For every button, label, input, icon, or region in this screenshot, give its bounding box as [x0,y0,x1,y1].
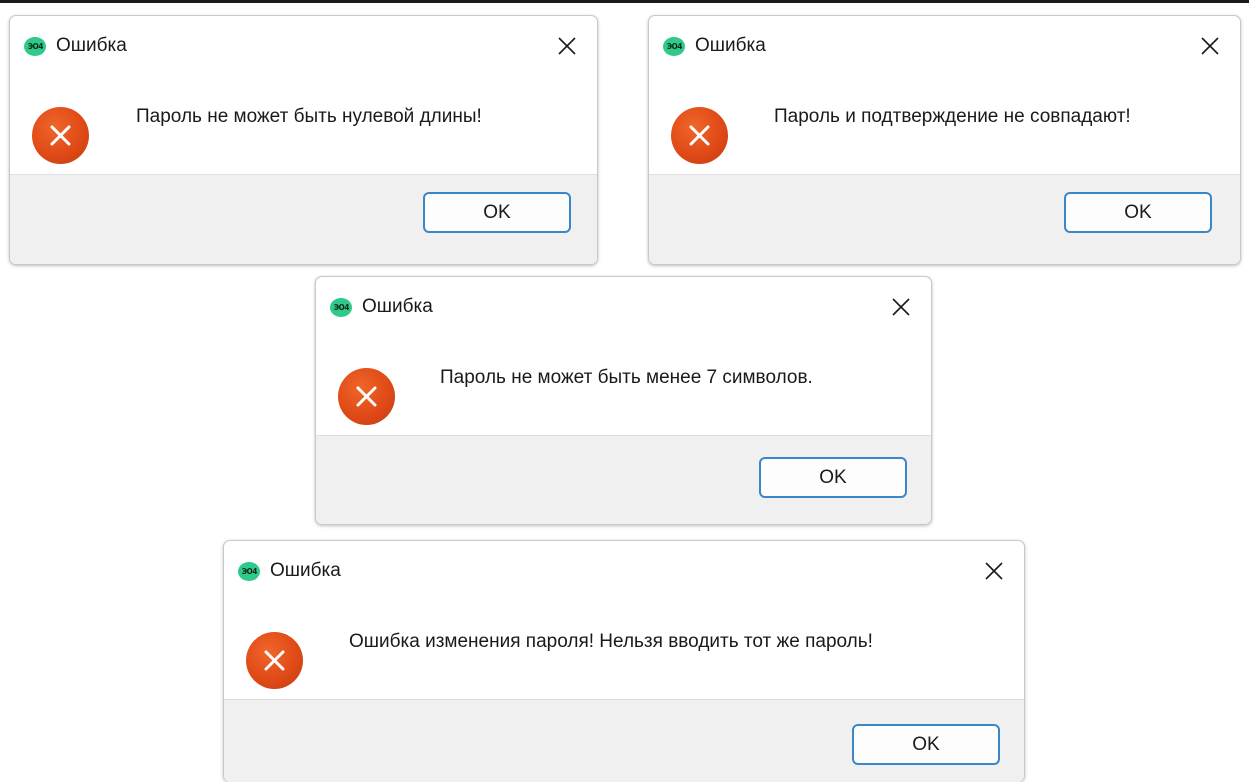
ok-button[interactable]: OK [1064,192,1212,233]
top-border-line [0,0,1249,3]
dialog-title: Ошибка [56,35,127,56]
close-icon [892,298,910,316]
ok-button[interactable]: OK [852,724,1000,765]
dialog-title: Ошибка [270,560,341,581]
close-button[interactable] [974,553,1014,589]
dialog-title: Ошибка [362,296,433,317]
title-bar: ЭО4 Ошибка [224,541,1024,601]
app-logo-icon: ЭО4 [663,37,685,56]
ok-button[interactable]: OK [759,457,907,498]
error-icon [32,107,89,164]
error-message: Ошибка изменения пароля! Нельзя вводить … [349,631,873,652]
app-logo-icon: ЭО4 [24,37,46,56]
error-icon [246,632,303,689]
close-button[interactable] [1190,28,1230,64]
close-button[interactable] [547,28,587,64]
error-dialog: ЭО4 Ошибка Ошибка изменения пароля! Нель… [223,540,1025,782]
dialog-content: Пароль не может быть нулевой длины! [10,76,597,174]
close-button[interactable] [881,289,921,325]
title-bar: ЭО4 Ошибка [316,277,931,337]
error-dialog: ЭО4 Ошибка Пароль и подтверждение не сов… [648,15,1241,265]
title-bar: ЭО4 Ошибка [10,16,597,76]
close-icon [985,562,1003,580]
dialog-title: Ошибка [695,35,766,56]
title-bar: ЭО4 Ошибка [649,16,1240,76]
app-logo-icon: ЭО4 [238,562,260,581]
dialog-content: Пароль и подтверждение не совпадают! [649,76,1240,174]
dialog-content: Ошибка изменения пароля! Нельзя вводить … [224,601,1024,699]
error-dialog: ЭО4 Ошибка Пароль не может быть менее 7 … [315,276,932,525]
dialog-content: Пароль не может быть менее 7 символов. [316,337,931,435]
error-message: Пароль и подтверждение не совпадают! [774,106,1131,127]
error-message: Пароль не может быть нулевой длины! [136,106,482,127]
close-icon [558,37,576,55]
error-message: Пароль не может быть менее 7 символов. [440,367,813,388]
error-icon [338,368,395,425]
error-icon [671,107,728,164]
close-icon [1201,37,1219,55]
ok-button[interactable]: OK [423,192,571,233]
error-dialog: ЭО4 Ошибка Пароль не может быть нулевой … [9,15,598,265]
app-logo-icon: ЭО4 [330,298,352,317]
